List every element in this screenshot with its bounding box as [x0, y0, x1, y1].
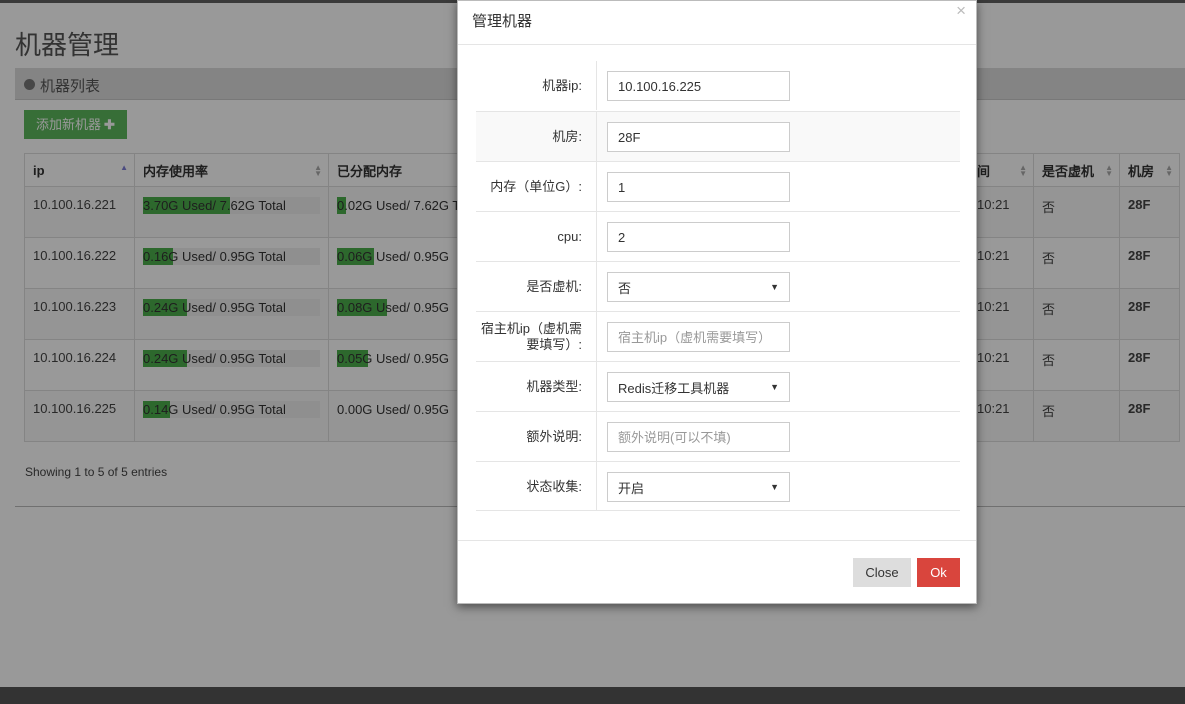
- type-value: Redis迁移工具机器: [618, 380, 730, 396]
- cpu-label: cpu:: [476, 212, 597, 261]
- close-button[interactable]: Close: [853, 558, 911, 587]
- form-row-host-ip: 宿主机ip（虚机需要填写）:: [476, 311, 960, 361]
- ip-input[interactable]: [607, 71, 790, 101]
- caret-down-icon: ▼: [770, 282, 779, 292]
- room-input[interactable]: [607, 122, 790, 152]
- cpu-input[interactable]: [607, 222, 790, 252]
- collect-label: 状态收集:: [476, 462, 597, 511]
- caret-down-icon: ▼: [770, 482, 779, 492]
- modal-footer: Close Ok: [458, 540, 976, 604]
- manage-machine-modal: 管理机器 × 机器ip: 机房: 内存（单位G）: cpu: 是否虚机: 否▼ …: [457, 0, 977, 604]
- memory-label: 内存（单位G）:: [476, 162, 597, 211]
- form-row-room: 机房:: [476, 111, 960, 161]
- room-label: 机房:: [476, 112, 597, 161]
- type-label: 机器类型:: [476, 362, 597, 411]
- ok-button[interactable]: Ok: [917, 558, 960, 587]
- memory-input[interactable]: [607, 172, 790, 202]
- form-row-collect: 状态收集: 开启 ▼: [476, 461, 960, 511]
- form-row-extra: 额外说明:: [476, 411, 960, 461]
- host-ip-label: 宿主机ip（虚机需要填写）:: [476, 312, 597, 361]
- form-row-cpu: cpu:: [476, 211, 960, 261]
- type-select[interactable]: Redis迁移工具机器 ▼: [607, 372, 790, 402]
- virtual-label: 是否虚机:: [476, 262, 597, 311]
- extra-label: 额外说明:: [476, 412, 597, 461]
- form-row-virtual: 是否虚机: 否 ▼: [476, 261, 960, 311]
- machine-form: 机器ip: 机房: 内存（单位G）: cpu: 是否虚机: 否▼ 宿主机ip（虚…: [476, 61, 960, 511]
- ip-label: 机器ip:: [476, 61, 597, 110]
- collect-value: 开启: [618, 480, 645, 496]
- collect-select[interactable]: 开启 ▼: [607, 472, 790, 502]
- host-ip-input[interactable]: [607, 322, 790, 352]
- close-icon[interactable]: ×: [956, 1, 966, 21]
- extra-input[interactable]: [607, 422, 790, 452]
- form-row-ip: 机器ip:: [476, 61, 960, 111]
- modal-header: 管理机器 ×: [458, 1, 976, 45]
- form-row-memory: 内存（单位G）:: [476, 161, 960, 211]
- caret-down-icon: ▼: [770, 382, 779, 392]
- form-row-type: 机器类型: Redis迁移工具机器 ▼: [476, 361, 960, 411]
- virtual-select[interactable]: 否 ▼: [607, 272, 790, 302]
- bottom-bar: [0, 687, 1185, 704]
- modal-title: 管理机器: [472, 13, 533, 30]
- virtual-value: 否: [618, 280, 632, 296]
